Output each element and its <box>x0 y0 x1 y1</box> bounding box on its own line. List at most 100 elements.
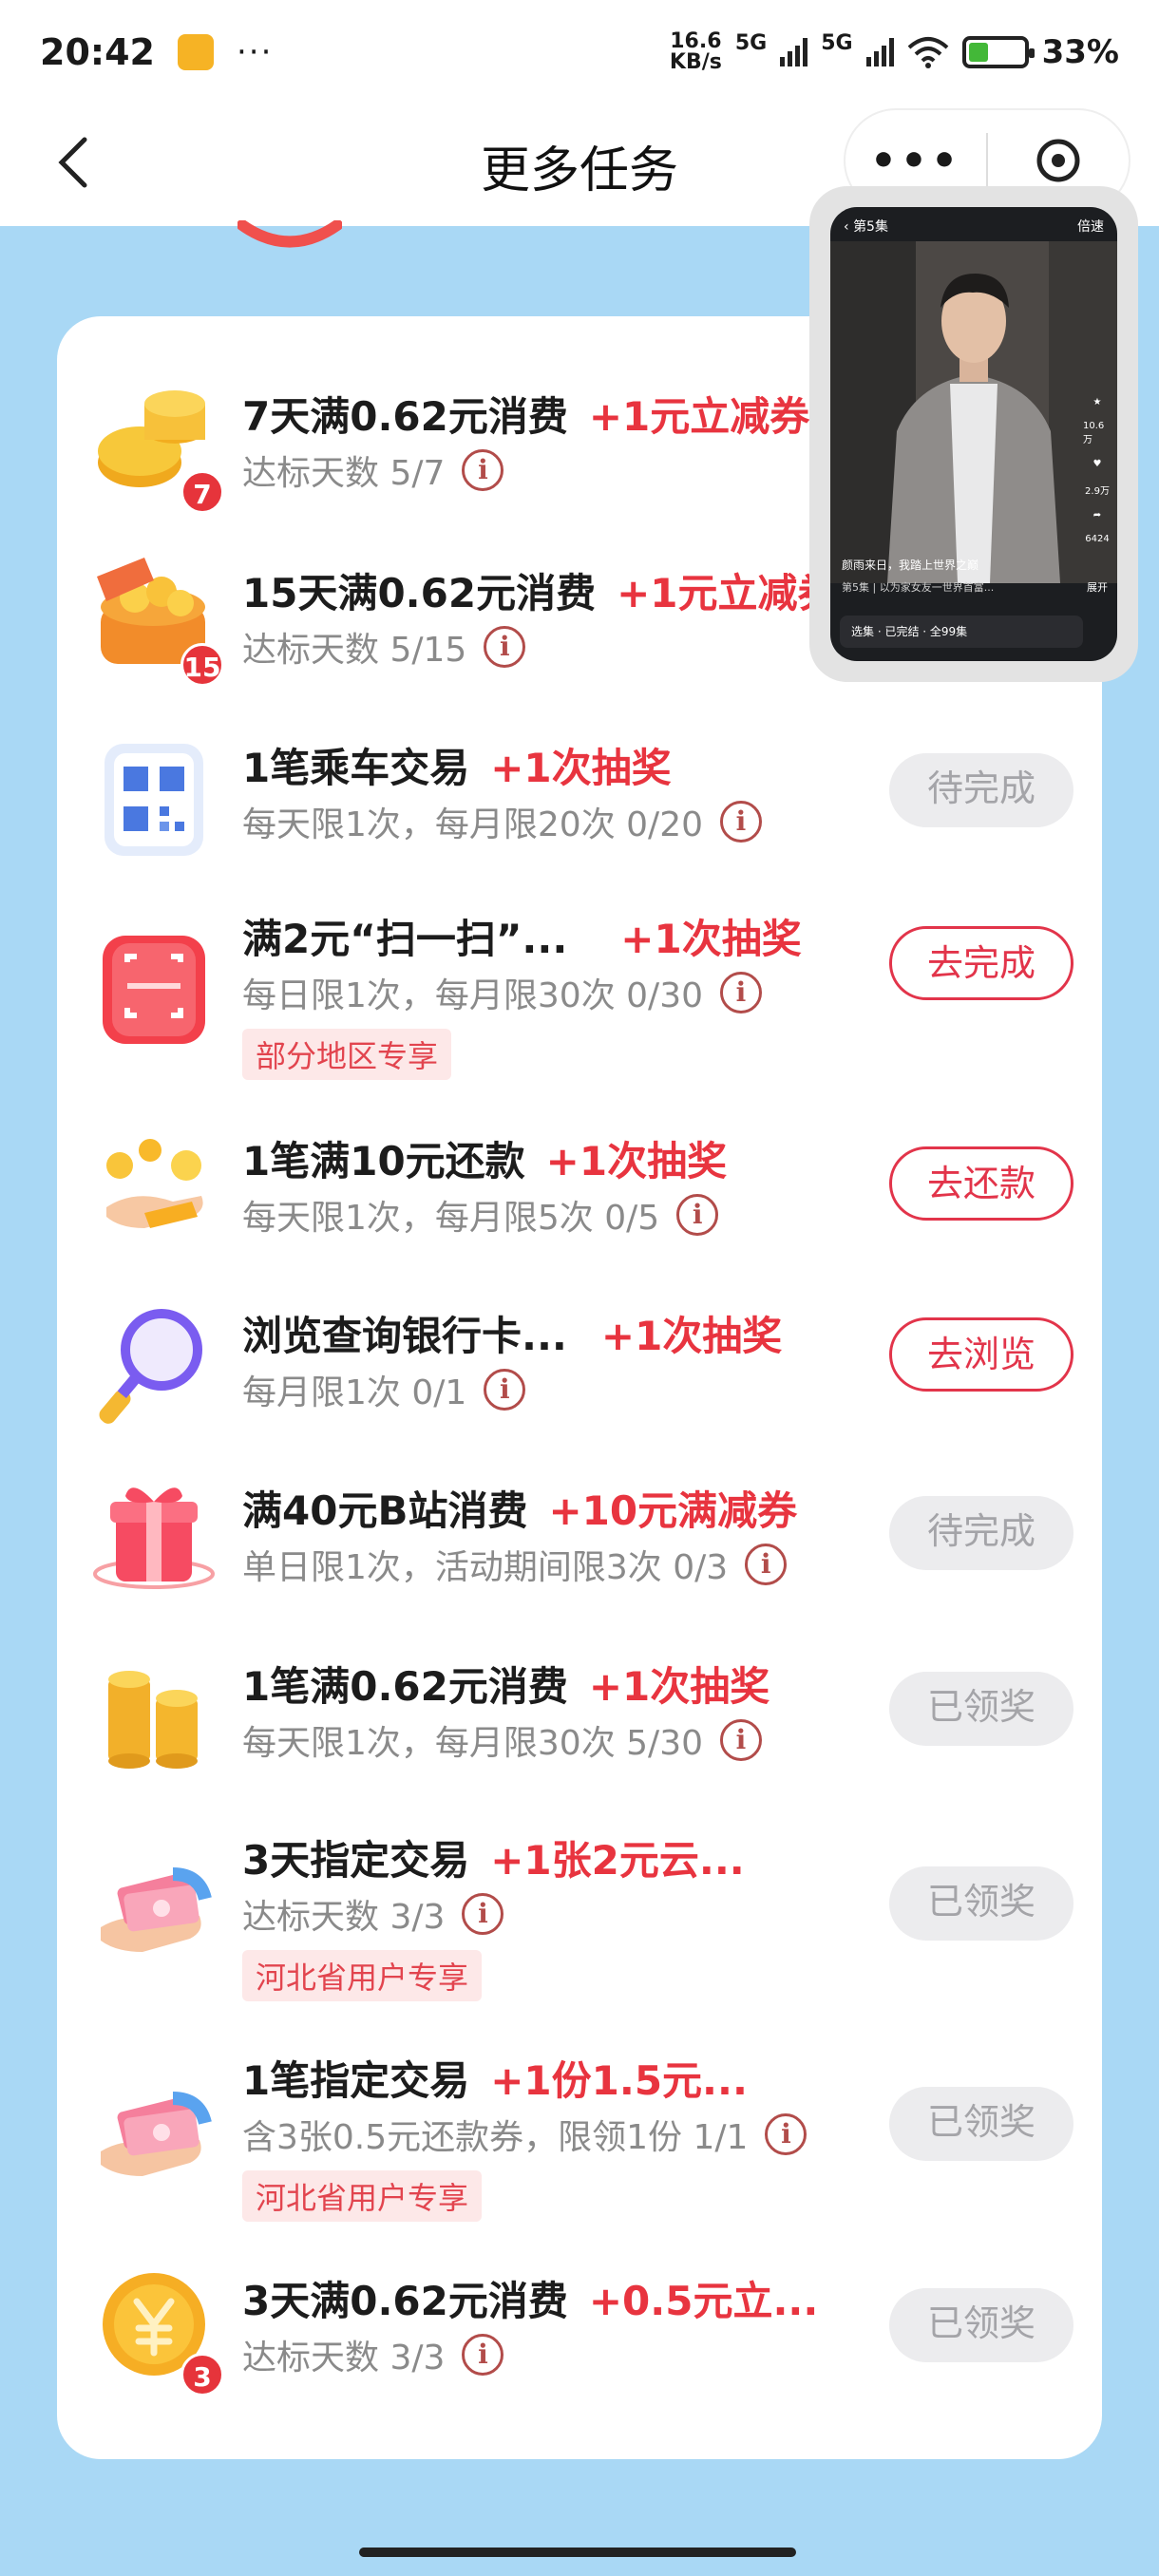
count-badge: 7 <box>180 470 224 514</box>
task-action-button[interactable]: 去浏览 <box>889 1317 1074 1392</box>
floating-video-player[interactable]: ‹ 第5集 倍速 ★ 10.6万 ♥ 2.9万 ➦ 6424 颜雨来日，我踏上世… <box>809 186 1138 682</box>
more-notifications-icon: ··· <box>236 33 274 71</box>
network-type-1: 5G <box>734 31 768 55</box>
task-status-button[interactable]: 已领奖 <box>889 1672 1074 1746</box>
task-title: 满40元B站消费 <box>242 1487 528 1534</box>
task-title: 1笔乘车交易 <box>242 745 470 791</box>
network-type-2: 5G <box>821 31 853 55</box>
info-icon[interactable]: i <box>462 1893 504 1935</box>
region-tag: 部分地区专享 <box>242 1029 452 1080</box>
task-limit: 每天限1次，每月限30次 5/30 <box>242 1724 703 1763</box>
signal-icon <box>780 38 808 66</box>
task-title: 满2元“扫一扫”... <box>242 916 568 962</box>
task-progress: 达标天数 5/15 <box>242 631 467 670</box>
episode-selector[interactable]: 选集 · 已完结 · 全99集 <box>840 616 1083 648</box>
task-limit: 每天限1次，每月限5次 0/5 <box>242 1199 660 1238</box>
expand-button[interactable]: 展开 <box>1087 579 1108 595</box>
task-item: 浏览查询银行卡... +1次抽奖 每月限1次 0/1 i 去浏览 <box>57 1304 1102 1428</box>
decorative-arc <box>238 220 342 248</box>
info-icon[interactable]: i <box>720 1719 762 1761</box>
info-icon[interactable]: i <box>720 972 762 1013</box>
side-count: 6424 <box>1085 534 1110 544</box>
battery-icon <box>961 36 1035 68</box>
hand-coins-icon <box>87 1122 220 1255</box>
task-limit: 每月限1次 0/1 <box>242 1373 467 1412</box>
video-side-actions: ★ 10.6万 ♥ 2.9万 ➦ 6424 <box>1083 397 1112 544</box>
task-item: 3天指定交易 +1张2元云... 达标天数 3/3 i 河北省用户专享 已领奖 <box>57 1828 1102 2001</box>
video-top-bar: ‹ 第5集 倍速 <box>844 217 1104 236</box>
gift-box-icon <box>87 1469 220 1602</box>
info-icon[interactable]: i <box>462 449 504 491</box>
region-tag: 河北省用户专享 <box>242 1950 483 2001</box>
task-limit: 含3张0.5元还款券，限领1份 1/1 <box>242 2118 749 2157</box>
task-limit: 每日限1次，每月限30次 0/30 <box>242 976 703 1015</box>
status-bar: 20:42 ··· 16.6 KB/s 5G 5G 33% <box>0 0 1159 104</box>
more-menu-button[interactable]: ••• <box>846 137 986 185</box>
coin-stack-icon: 7 <box>87 375 224 514</box>
info-icon[interactable]: i <box>462 2334 504 2376</box>
episode-label[interactable]: ‹ 第5集 <box>844 217 888 236</box>
status-time: 20:42 <box>40 31 155 73</box>
info-icon[interactable]: i <box>484 626 526 668</box>
battery-percent: 33% <box>1041 33 1119 71</box>
yuan-coin-icon: 3 <box>87 2258 224 2396</box>
task-reward: +1次抽奖 <box>490 745 672 791</box>
region-tag: 河北省用户专享 <box>242 2170 483 2222</box>
video-screen[interactable]: ‹ 第5集 倍速 ★ 10.6万 ♥ 2.9万 ➦ 6424 颜雨来日，我踏上世… <box>830 207 1117 661</box>
task-reward: +1元立减券 <box>617 570 838 616</box>
info-icon[interactable]: i <box>765 2113 808 2155</box>
task-status-button[interactable]: 已领奖 <box>889 2087 1074 2161</box>
network-speed: 16.6 KB/s <box>670 31 722 73</box>
share-icon[interactable]: ➦ <box>1093 510 1101 521</box>
net-speed-value: 16.6 <box>670 29 722 53</box>
task-item: 1笔满0.62元消费 +1次抽奖 每天限1次，每月限30次 5/30 i 已领奖 <box>57 1655 1102 1778</box>
task-status-button[interactable]: 待完成 <box>889 1496 1074 1570</box>
task-reward: +1元立减券 <box>588 393 810 440</box>
task-status-button[interactable]: 已领奖 <box>889 1866 1074 1941</box>
task-reward: +1次抽奖 <box>620 916 802 962</box>
wifi-icon <box>907 37 948 68</box>
video-thumbnail <box>830 241 1117 583</box>
speed-button[interactable]: 倍速 <box>1077 217 1104 236</box>
info-icon[interactable]: i <box>720 801 762 843</box>
task-progress: 达标天数 3/3 <box>242 1898 446 1937</box>
star-icon[interactable]: ★ <box>1093 397 1102 407</box>
task-reward: +1次抽奖 <box>600 1313 783 1359</box>
home-indicator[interactable] <box>359 2548 796 2557</box>
task-title: 1笔满10元还款 <box>242 1138 525 1184</box>
info-icon[interactable]: i <box>484 1369 526 1411</box>
task-action-button[interactable]: 去还款 <box>889 1146 1074 1221</box>
task-title: 7天满0.62元消费 <box>242 393 568 440</box>
task-title: 浏览查询银行卡... <box>242 1313 567 1359</box>
side-count: 10.6万 <box>1083 421 1105 445</box>
side-count: 2.9万 <box>1085 486 1110 497</box>
info-icon[interactable]: i <box>676 1194 719 1236</box>
info-icon[interactable]: i <box>745 1544 788 1585</box>
task-item: 1笔乘车交易 +1次抽奖 每天限1次，每月限20次 0/20 i 待完成 <box>57 736 1102 860</box>
task-title: 3天满0.62元消费 <box>242 2278 568 2324</box>
video-description: 第5集 | 以为家女友一世界首富... 展开 <box>842 579 1108 595</box>
task-status-button[interactable]: 已领奖 <box>889 2288 1074 2362</box>
task-status-button[interactable]: 待完成 <box>889 753 1074 827</box>
close-circle-icon <box>1036 139 1080 182</box>
task-item: 满2元“扫一扫”... +1次抽奖 每日限1次，每月限30次 0/30 i 部分地区… <box>57 907 1102 1080</box>
heart-icon[interactable]: ♥ <box>1093 459 1102 469</box>
video-caption: 颜雨来日，我踏上世界之巅 <box>842 559 979 572</box>
task-title: 1笔指定交易 <box>242 2057 470 2104</box>
task-reward: +0.5元立... <box>588 2278 819 2324</box>
task-reward: +1份1.5元... <box>490 2057 748 2104</box>
task-progress: 达标天数 5/7 <box>242 454 446 493</box>
task-item: 3 3天满0.62元消费 +0.5元立... 达标天数 3/3 i 已领奖 <box>57 2269 1102 2396</box>
close-mini-program-button[interactable] <box>988 137 1129 184</box>
magnifier-icon <box>87 1298 220 1431</box>
task-title: 3天指定交易 <box>242 1837 470 1884</box>
task-reward: +1次抽奖 <box>588 1663 770 1710</box>
cash-hand-icon <box>87 2070 220 2203</box>
treasure-box-icon: 15 <box>87 548 224 687</box>
notification-icon <box>177 34 214 70</box>
task-reward: +1次抽奖 <box>545 1138 728 1184</box>
task-action-button[interactable]: 去完成 <box>889 926 1074 1000</box>
net-speed-unit: KB/s <box>669 50 722 74</box>
task-item: 满40元B站消费 +10元满减券 单日限1次，活动期间限3次 0/3 i 待完成 <box>57 1479 1102 1602</box>
task-title: 1笔满0.62元消费 <box>242 1663 568 1710</box>
